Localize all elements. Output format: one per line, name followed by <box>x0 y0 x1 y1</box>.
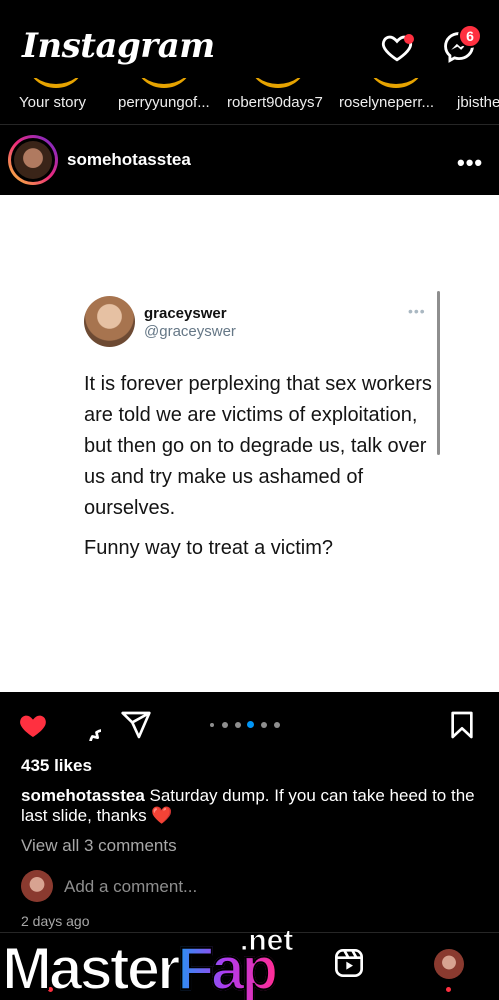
tweet-text-secondary: Funny way to treat a victim? <box>84 537 333 559</box>
watermark-text: MasterFap <box>1 934 279 1000</box>
post-actions <box>0 700 499 752</box>
tweet-author-handle: @graceyswer <box>144 323 236 340</box>
more-options-icon[interactable]: ••• <box>457 150 483 176</box>
carousel-dot <box>260 721 267 728</box>
story-ring[interactable] <box>250 78 306 88</box>
save-bookmark-icon[interactable] <box>446 709 478 741</box>
carousel-dot <box>273 721 280 728</box>
watermark-fap: Fap <box>176 934 279 1000</box>
view-comments-link[interactable]: View all 3 comments <box>21 836 177 856</box>
instagram-logo[interactable]: Instagram <box>22 26 215 66</box>
carousel-dot <box>221 721 228 728</box>
post-header: somehotasstea ••• <box>0 130 499 192</box>
carousel-dot <box>209 722 214 727</box>
current-user-avatar <box>21 870 53 902</box>
message-count-badge: 6 <box>458 24 482 48</box>
likes-count[interactable]: 435 likes <box>21 756 92 776</box>
like-heart-icon[interactable] <box>17 709 49 741</box>
story-label[interactable]: roselyneperr... <box>339 94 434 111</box>
story-label[interactable]: Your story <box>19 94 86 111</box>
carousel-indicator <box>208 721 298 729</box>
post-timestamp: 2 days ago <box>21 913 90 929</box>
app-header: Instagram 6 <box>0 0 499 86</box>
carousel-dot <box>247 721 254 728</box>
post-caption: somehotasstea Saturday dump. If you can … <box>21 786 481 826</box>
post-author-avatar[interactable] <box>8 135 58 185</box>
share-icon[interactable] <box>120 709 152 741</box>
tweet-scrollbar <box>437 291 440 455</box>
story-ring[interactable] <box>136 78 192 88</box>
tweet-author-name: graceyswer <box>144 305 227 322</box>
watermark-master: Master <box>1 934 181 1000</box>
story-ring[interactable] <box>28 78 84 88</box>
carousel-dot <box>234 721 241 728</box>
tweet-author-avatar <box>84 296 135 347</box>
watermark: .net MasterFap <box>0 924 499 1000</box>
tweet-text: It is forever perplexing that sex worker… <box>84 373 432 519</box>
story-label[interactable]: jbisthe <box>457 94 499 111</box>
tweet-more-icon: ••• <box>408 303 426 319</box>
stories-row: Your story perryyungof... robert90days7 … <box>0 78 499 126</box>
caption-username[interactable]: somehotasstea <box>21 786 145 805</box>
notification-dot <box>404 34 414 44</box>
comment-icon[interactable] <box>69 709 101 741</box>
story-ring[interactable] <box>368 78 424 88</box>
post-author-username[interactable]: somehotasstea <box>67 150 191 170</box>
story-label[interactable]: perryyungof... <box>118 94 210 111</box>
divider <box>0 124 499 125</box>
post-image[interactable]: graceyswer @graceyswer ••• It is forever… <box>0 195 499 692</box>
story-label[interactable]: robert90days7 <box>227 94 323 111</box>
add-comment-input[interactable]: Add a comment... <box>64 877 197 897</box>
